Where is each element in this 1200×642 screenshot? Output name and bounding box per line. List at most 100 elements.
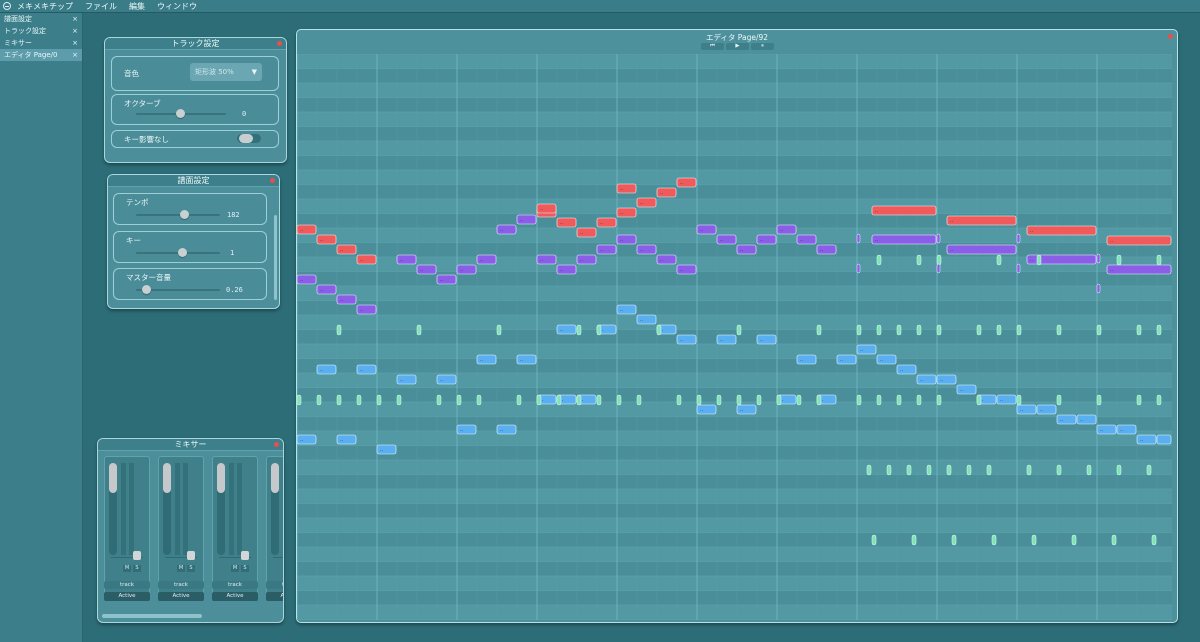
short-note[interactable]: [986, 464, 992, 476]
pan-slider-thumb[interactable]: [241, 551, 249, 560]
sidebar-item-editor[interactable]: エディタ Page/0 ×: [0, 49, 82, 61]
short-note[interactable]: [1096, 394, 1102, 406]
short-note[interactable]: [696, 394, 702, 406]
short-note[interactable]: [436, 394, 442, 406]
track-name[interactable]: track: [266, 581, 283, 589]
short-note[interactable]: [816, 394, 822, 406]
solo-button[interactable]: S: [187, 565, 195, 572]
sidebar-item-mixer[interactable]: ミキサー ×: [0, 37, 82, 49]
short-note[interactable]: [976, 324, 982, 336]
note-purple[interactable]: [871, 234, 937, 245]
note-red[interactable]: [871, 205, 937, 216]
track-active-toggle[interactable]: Active: [158, 592, 204, 601]
note-connector[interactable]: [1016, 263, 1021, 274]
close-icon[interactable]: ×: [72, 27, 78, 35]
note-purple[interactable]: [1106, 264, 1172, 275]
menu-file[interactable]: ファイル: [85, 1, 117, 12]
track-active-toggle[interactable]: Active: [104, 592, 150, 601]
short-note[interactable]: [991, 534, 997, 546]
short-note[interactable]: [1146, 464, 1152, 476]
short-note[interactable]: [1156, 254, 1162, 266]
short-note[interactable]: [1111, 534, 1117, 546]
menu-app[interactable]: メキメキチップ: [17, 1, 73, 12]
short-note[interactable]: [1036, 254, 1042, 266]
volume-fader-thumb[interactable]: [271, 463, 279, 493]
short-note[interactable]: [716, 394, 722, 406]
note-red[interactable]: [1026, 225, 1097, 236]
short-note[interactable]: [776, 394, 782, 406]
short-note[interactable]: [356, 394, 362, 406]
volume-fader-thumb[interactable]: [217, 463, 225, 493]
short-note[interactable]: [1086, 464, 1092, 476]
mute-button[interactable]: M: [177, 565, 185, 572]
short-note[interactable]: [576, 324, 582, 336]
short-note[interactable]: [1096, 324, 1102, 336]
short-note[interactable]: [756, 394, 762, 406]
short-note[interactable]: [1136, 324, 1142, 336]
short-note[interactable]: [896, 394, 902, 406]
play-button[interactable]: ▶: [726, 43, 749, 50]
short-note[interactable]: [536, 394, 542, 406]
short-note[interactable]: [396, 394, 402, 406]
note-connector[interactable]: [936, 233, 941, 244]
short-note[interactable]: [636, 394, 642, 406]
tempo-slider[interactable]: [136, 214, 220, 216]
solo-button[interactable]: S: [133, 565, 141, 572]
note-red[interactable]: [1106, 235, 1172, 246]
pan-slider-thumb[interactable]: [133, 551, 141, 560]
short-note[interactable]: [951, 534, 957, 546]
panel-scrollbar[interactable]: [274, 215, 277, 300]
short-note[interactable]: [936, 394, 942, 406]
key-effect-toggle[interactable]: [237, 134, 261, 143]
track-name[interactable]: track: [158, 581, 204, 589]
short-note[interactable]: [1016, 324, 1022, 336]
track-active-toggle[interactable]: Active: [266, 592, 283, 601]
short-note[interactable]: [1116, 464, 1122, 476]
key-slider-thumb[interactable]: [178, 248, 187, 257]
short-note[interactable]: [496, 324, 502, 336]
short-note[interactable]: [556, 394, 562, 406]
short-note[interactable]: [1156, 324, 1162, 336]
close-icon[interactable]: [270, 178, 275, 183]
short-note[interactable]: [886, 464, 892, 476]
short-note[interactable]: [866, 464, 872, 476]
short-note[interactable]: [376, 394, 382, 406]
short-note[interactable]: [876, 394, 882, 406]
short-note[interactable]: [1136, 394, 1142, 406]
note-connector[interactable]: [936, 263, 941, 274]
short-note[interactable]: [936, 324, 942, 336]
short-note[interactable]: [676, 394, 682, 406]
short-note[interactable]: [1156, 394, 1162, 406]
short-note[interactable]: [856, 394, 862, 406]
close-icon[interactable]: ×: [72, 39, 78, 47]
short-note[interactable]: [876, 254, 882, 266]
note-grid-canvas[interactable]: ·· ·· ·· ·· ·· ·· ·· ·· ·· ·· ·· ·· ·· ·· ·· ·· ·· ·· ·· ··…: [297, 54, 1172, 620]
note-connector[interactable]: [1016, 233, 1021, 244]
note-connector[interactable]: [1096, 253, 1101, 264]
sidebar-item-track-settings[interactable]: トラック設定 ×: [0, 25, 82, 37]
close-icon[interactable]: ×: [72, 51, 78, 59]
note-blue[interactable]: [1156, 434, 1172, 445]
note-connector[interactable]: [856, 263, 861, 274]
note-red[interactable]: [946, 215, 1017, 226]
short-note[interactable]: [1056, 324, 1062, 336]
short-note[interactable]: [736, 324, 742, 336]
short-note[interactable]: [996, 324, 1002, 336]
short-note[interactable]: [1016, 394, 1022, 406]
short-note[interactable]: [736, 394, 742, 406]
short-note[interactable]: [656, 324, 662, 336]
track-name[interactable]: track: [104, 581, 150, 589]
short-note[interactable]: [516, 394, 522, 406]
short-note[interactable]: [926, 464, 932, 476]
short-note[interactable]: [896, 324, 902, 336]
menu-window[interactable]: ウィンドウ: [157, 1, 197, 12]
short-note[interactable]: [871, 534, 877, 546]
tempo-slider-thumb[interactable]: [180, 210, 189, 219]
short-note[interactable]: [966, 464, 972, 476]
short-note[interactable]: [336, 324, 342, 336]
short-note[interactable]: [1026, 464, 1032, 476]
short-note[interactable]: [906, 464, 912, 476]
short-note[interactable]: [316, 394, 322, 406]
mute-button[interactable]: M: [231, 565, 239, 572]
note-connector[interactable]: [1096, 283, 1101, 294]
